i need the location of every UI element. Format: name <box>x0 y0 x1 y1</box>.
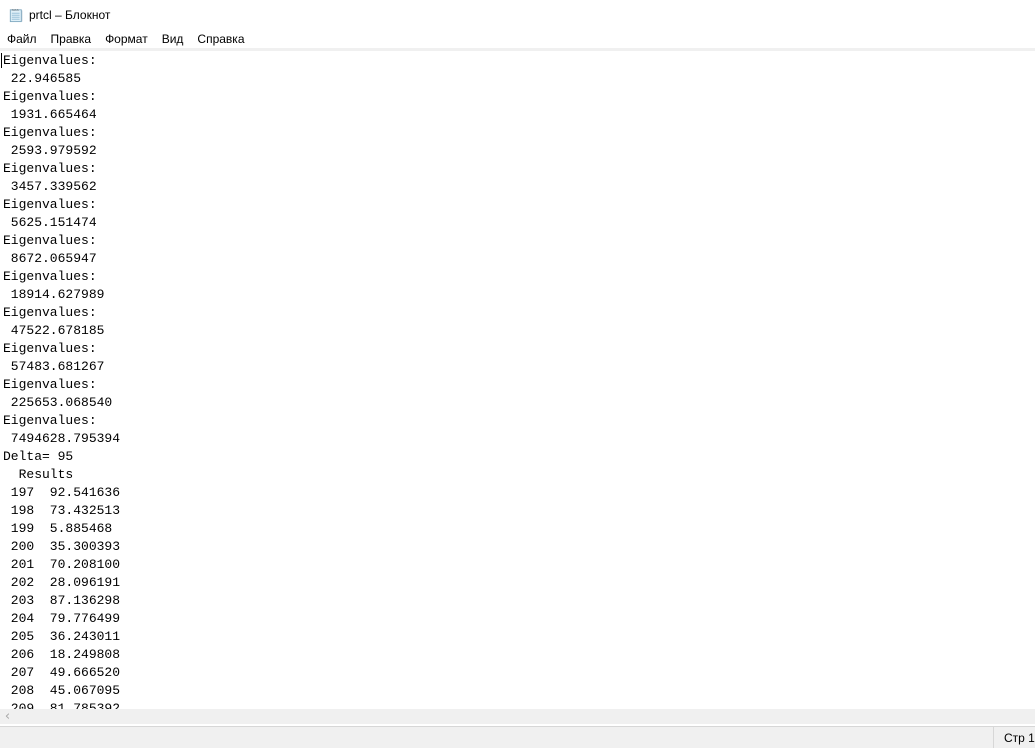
editor-text: Eigenvalues: 22.946585 Eigenvalues: 1931… <box>3 52 120 709</box>
menu-item-help[interactable]: Справка <box>190 31 251 48</box>
horizontal-scrollbar[interactable]: ‹ <box>0 709 1035 724</box>
menu-item-format[interactable]: Формат <box>98 31 155 48</box>
text-caret <box>1 53 2 68</box>
status-bar: Стр 1, <box>0 726 1035 748</box>
notepad-window: prtcl – Блокнот Файл Правка Формат Вид С… <box>0 0 1035 748</box>
status-cursor-position-label: Стр 1, <box>1004 731 1035 745</box>
text-editor[interactable]: Eigenvalues: 22.946585 Eigenvalues: 1931… <box>0 51 1035 709</box>
menu-item-view[interactable]: Вид <box>155 31 191 48</box>
notepad-icon <box>8 7 24 23</box>
menu-item-file[interactable]: Файл <box>0 31 44 48</box>
window-title: prtcl – Блокнот <box>29 8 110 22</box>
title-bar[interactable]: prtcl – Блокнот <box>0 0 1035 30</box>
menu-bar: Файл Правка Формат Вид Справка <box>0 30 1035 48</box>
status-cursor-position: Стр 1, <box>993 727 1035 748</box>
menu-item-edit[interactable]: Правка <box>44 31 99 48</box>
scroll-left-arrow-icon[interactable]: ‹ <box>0 709 15 724</box>
